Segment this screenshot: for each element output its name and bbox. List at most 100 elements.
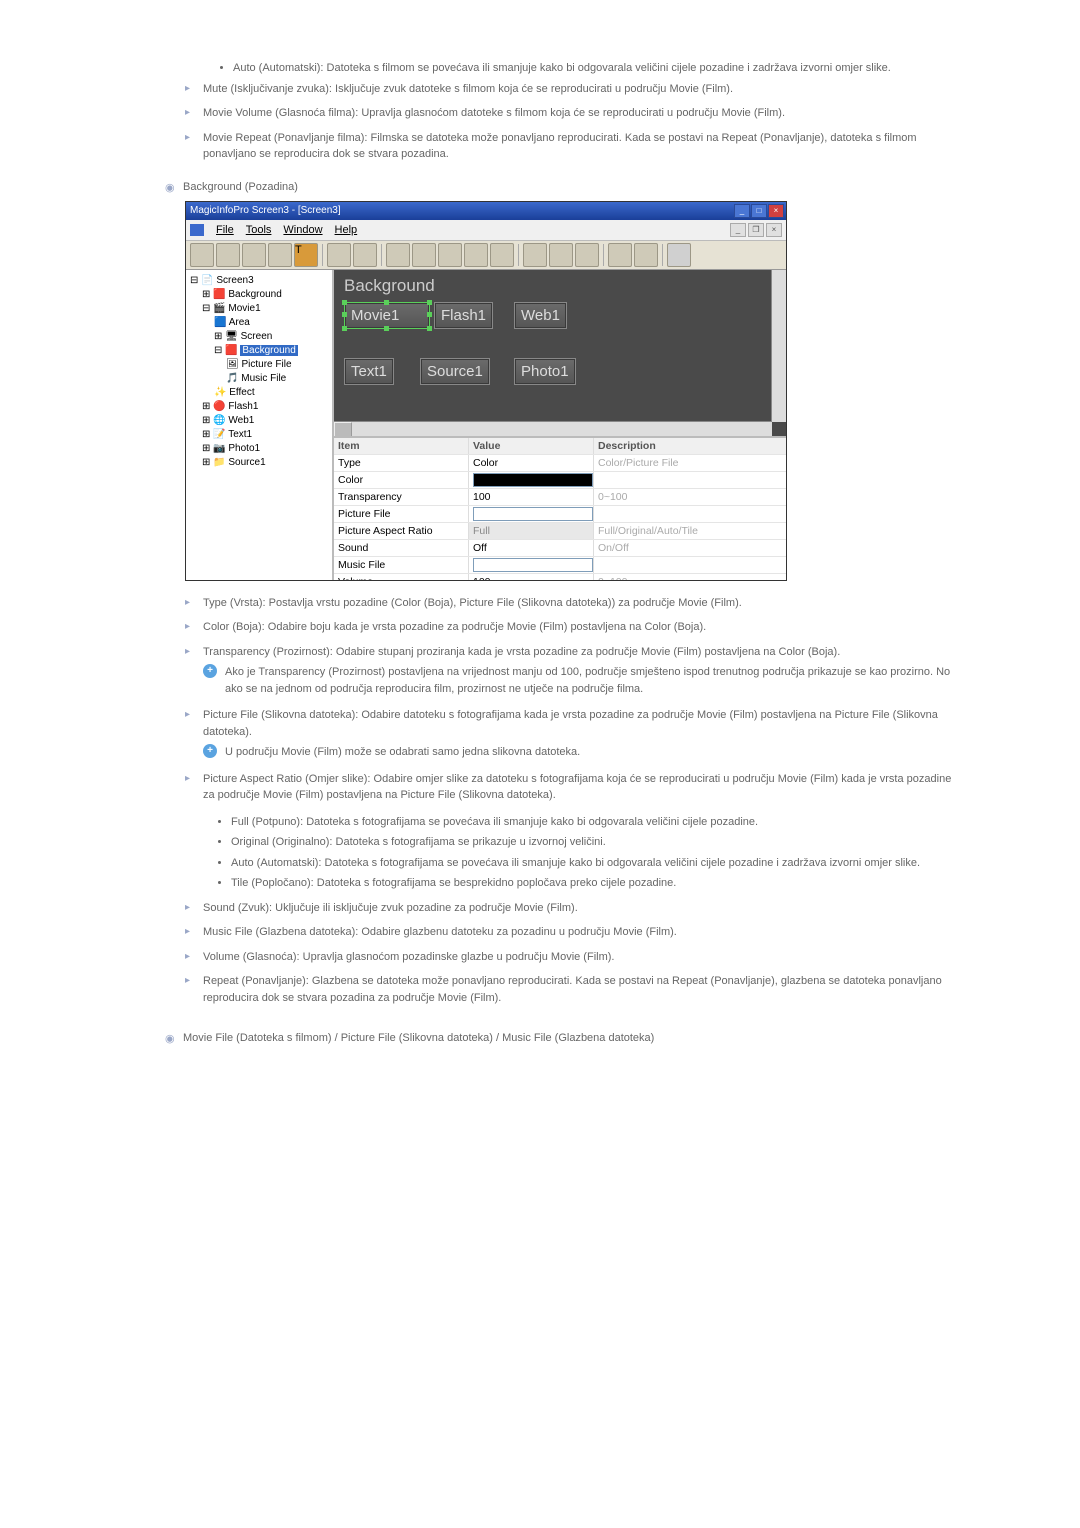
vertical-scrollbar[interactable]: [771, 270, 786, 422]
bullet-tile: Tile (Popločano): Datoteka s fotografija…: [231, 875, 960, 892]
tree-node[interactable]: ⊟ 📄 Screen3: [188, 274, 330, 288]
toolbar-icon[interactable]: [667, 243, 691, 267]
aspect-sublist: Full (Potpuno): Datoteka s fotografijama…: [203, 814, 960, 892]
toolbar-icon[interactable]: [575, 243, 599, 267]
tree-node[interactable]: ⊞ 📁 Source1: [188, 456, 330, 470]
col-value: Value: [468, 438, 593, 454]
canvas-tile-web1[interactable]: Web1: [514, 302, 567, 329]
toolbar-icon[interactable]: [242, 243, 266, 267]
toolbar-separator: [603, 244, 604, 266]
prop-row[interactable]: Volume 100 0~100: [334, 574, 786, 580]
toolbar-icon[interactable]: [438, 243, 462, 267]
item-mute: Mute (Isključivanje zvuka): Isključuje z…: [185, 81, 960, 98]
tree-node[interactable]: 🎵 Music File: [188, 372, 330, 386]
close-button[interactable]: ×: [768, 204, 784, 218]
toolbar-separator: [322, 244, 323, 266]
tree-node[interactable]: ⊞ 🖥 Screen: [188, 330, 330, 344]
menu-tools[interactable]: Tools: [246, 224, 272, 236]
item-movie-volume: Movie Volume (Glasnoća filma): Upravlja …: [185, 105, 960, 122]
toolbar-icon[interactable]: [464, 243, 488, 267]
toolbar-icon[interactable]: [386, 243, 410, 267]
prop-row[interactable]: Music File: [334, 557, 786, 574]
item-type: Type (Vrsta): Postavlja vrstu pozadine (…: [185, 595, 960, 612]
prop-row[interactable]: Picture File: [334, 506, 786, 523]
toolbar-icon[interactable]: [523, 243, 547, 267]
toolbar-icon[interactable]: [216, 243, 240, 267]
toolbar-icon[interactable]: [549, 243, 573, 267]
tree-node[interactable]: ⊟ 🟥 Background: [188, 344, 330, 358]
window-control-buttons: _ □ ×: [734, 204, 784, 218]
menu-file[interactable]: File: [216, 224, 234, 236]
menu-window[interactable]: Window: [283, 224, 322, 236]
toolbar-icon[interactable]: [190, 243, 214, 267]
item-repeat: Repeat (Ponavljanje): Glazbena se datote…: [185, 973, 960, 1006]
prop-row[interactable]: Transparency 100 0~100: [334, 489, 786, 506]
toolbar-icon[interactable]: [634, 243, 658, 267]
toolbar-icon[interactable]: [490, 243, 514, 267]
item-color: Color (Boja): Odabire boju kada je vrsta…: [185, 619, 960, 636]
tree-node[interactable]: ⊞ 📷 Photo1: [188, 442, 330, 456]
canvas-area[interactable]: Background Movie1 Flash1 Web1 Text1 Sour…: [334, 270, 786, 438]
tree-node[interactable]: 🖼 Picture File: [188, 358, 330, 372]
maximize-button[interactable]: □: [751, 204, 767, 218]
menu-bar: File Tools Window Help _ ❐ ×: [186, 220, 786, 241]
prop-row[interactable]: Sound Off On/Off: [334, 540, 786, 557]
tree-node[interactable]: ⊞ 🌐 Web1: [188, 414, 330, 428]
section-heading-background: Background (Pozadina): [165, 181, 960, 193]
bullet-auto: Auto (Automatski): Datoteka s filmom se …: [233, 60, 960, 77]
toolbar-icon[interactable]: [412, 243, 436, 267]
tree-node[interactable]: ⊞ 🔴 Flash1: [188, 400, 330, 414]
canvas-tile-photo1[interactable]: Photo1: [514, 358, 576, 385]
menu-help[interactable]: Help: [335, 224, 358, 236]
document-content: Auto (Automatski): Datoteka s filmom se …: [0, 0, 1080, 1092]
bullet-original: Original (Originalno): Datoteka s fotogr…: [231, 834, 960, 851]
toolbar-separator: [381, 244, 382, 266]
toolbar-icon[interactable]: [268, 243, 292, 267]
item-music-file: Music File (Glazbena datoteka): Odabire …: [185, 924, 960, 941]
app-window: MagicInfoPro Screen3 - [Screen3] _ □ × F…: [185, 201, 787, 581]
prop-row[interactable]: Type Color Color/Picture File: [334, 455, 786, 472]
prop-row: Picture Aspect Ratio Full Full/Original/…: [334, 523, 786, 540]
item-aspect-ratio: Picture Aspect Ratio (Omjer slike): Odab…: [185, 771, 960, 892]
app-icon: [190, 224, 204, 236]
tree-node[interactable]: ⊞ 🟥 Background: [188, 288, 330, 302]
toolbar-icon[interactable]: T: [294, 243, 318, 267]
tree-node[interactable]: ⊟ 🎬 Movie1: [188, 302, 330, 316]
canvas-tile-source1[interactable]: Source1: [420, 358, 490, 385]
intro-disc-list: Auto (Automatski): Datoteka s filmom se …: [185, 60, 960, 77]
right-column: Background Movie1 Flash1 Web1 Text1 Sour…: [334, 270, 786, 580]
window-title: MagicInfoPro Screen3 - [Screen3]: [190, 205, 341, 216]
mdi-restore[interactable]: ❐: [748, 223, 764, 237]
property-header: Item Value Description: [334, 438, 786, 455]
item-transparency: Transparency (Prozirnost): Odabire stupa…: [185, 644, 960, 698]
item-picture-file: Picture File (Slikovna datoteka): Odabir…: [185, 707, 960, 761]
col-item: Item: [334, 440, 468, 452]
toolbar-separator: [662, 244, 663, 266]
note-picture-file: U području Movie (Film) može se odabrati…: [203, 744, 960, 761]
tree-node[interactable]: ✨ Effect: [188, 386, 330, 400]
property-table: Item Value Description Type Color Color/…: [334, 438, 786, 580]
prop-row[interactable]: Color: [334, 472, 786, 489]
horizontal-scrollbar[interactable]: [334, 421, 772, 436]
bullet-full: Full (Potpuno): Datoteka s fotografijama…: [231, 814, 960, 831]
toolbar-separator: [518, 244, 519, 266]
minimize-button[interactable]: _: [734, 204, 750, 218]
toolbar-icon[interactable]: [353, 243, 377, 267]
note-transparency: Ako je Transparency (Prozirnost) postavl…: [203, 664, 960, 697]
bullet-auto: Auto (Automatski): Datoteka s fotografij…: [231, 855, 960, 872]
window-titlebar: MagicInfoPro Screen3 - [Screen3] _ □ ×: [186, 202, 786, 220]
mdi-close[interactable]: ×: [766, 223, 782, 237]
canvas-tile-flash1[interactable]: Flash1: [434, 302, 493, 329]
item-volume: Volume (Glasnoća): Upravlja glasnoćom po…: [185, 949, 960, 966]
mdi-min[interactable]: _: [730, 223, 746, 237]
canvas-tile-text1[interactable]: Text1: [344, 358, 394, 385]
main-row: ⊟ 📄 Screen3 ⊞ 🟥 Background ⊟ 🎬 Movie1 🟦 …: [186, 270, 786, 580]
toolbar-icon[interactable]: [327, 243, 351, 267]
tree-node[interactable]: 🟦 Area: [188, 316, 330, 330]
section-heading-files: Movie File (Datoteka s filmom) / Picture…: [165, 1032, 960, 1044]
item-movie-repeat: Movie Repeat (Ponavljanje filma): Filmsk…: [185, 130, 960, 163]
canvas-tile-movie1[interactable]: Movie1: [344, 302, 430, 329]
toolbar-icon[interactable]: [608, 243, 632, 267]
tree-node[interactable]: ⊞ 📝 Text1: [188, 428, 330, 442]
item-sound: Sound (Zvuk): Uključuje ili isključuje z…: [185, 900, 960, 917]
